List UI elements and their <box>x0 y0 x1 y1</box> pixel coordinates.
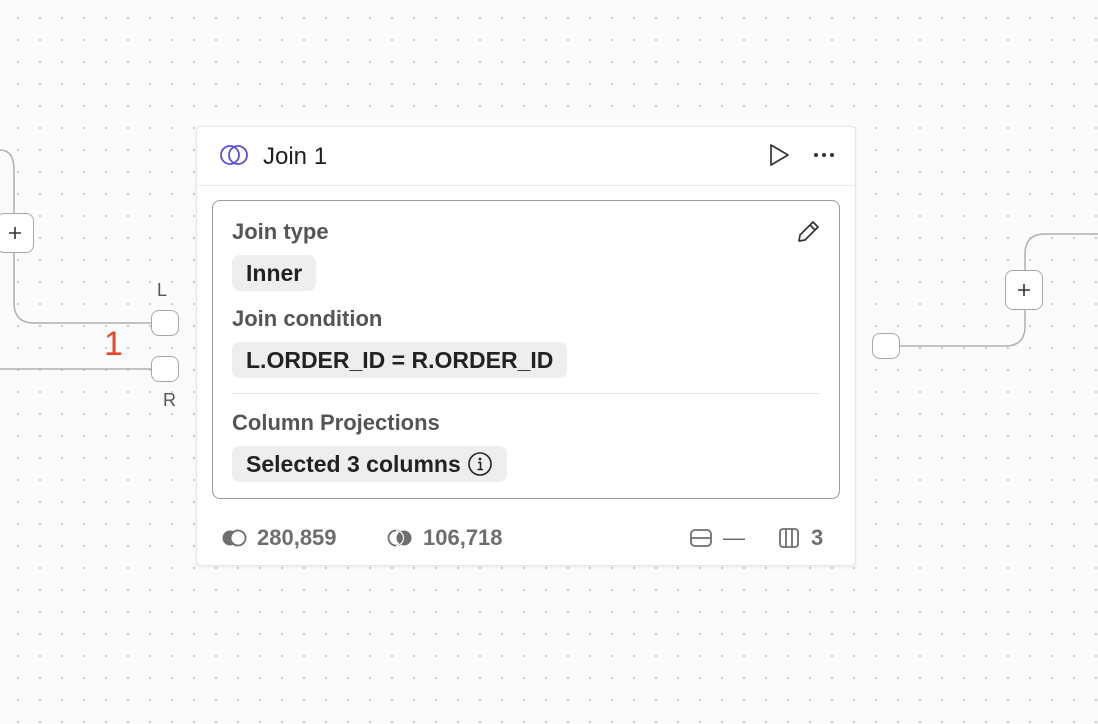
column-projections-label: Column Projections <box>232 410 440 435</box>
columns-stat: 3 <box>777 525 823 551</box>
rows-icon <box>690 529 712 547</box>
join-details-panel[interactable]: Join type Inner Join condition L.ORDER_I… <box>212 200 840 499</box>
add-node-button-left[interactable] <box>0 213 34 253</box>
column-projections-value: Selected 3 columns <box>246 451 461 477</box>
run-button[interactable] <box>766 142 792 173</box>
rows-value: — <box>723 525 745 550</box>
columns-icon <box>779 528 799 548</box>
ellipsis-icon <box>814 153 834 157</box>
left-count-value: 280,859 <box>257 525 337 550</box>
right-join-circles-icon <box>387 529 412 547</box>
annotation-1: 1 <box>104 325 123 363</box>
divider <box>232 393 820 394</box>
node-footer: 280,859 106,718 — 3 <box>197 515 855 565</box>
right-row-count: 106,718 <box>387 525 503 551</box>
more-options-button[interactable] <box>813 145 835 170</box>
join-type-value: Inner <box>246 260 303 286</box>
wire-left-input <box>13 253 151 324</box>
left-join-circles-icon <box>222 529 247 547</box>
right-port-label: R <box>163 390 176 410</box>
join-type-label: Join type <box>232 219 329 244</box>
node-title[interactable]: Join 1 <box>263 143 327 171</box>
right-input-port[interactable] <box>151 356 179 382</box>
join-condition-label: Join condition <box>232 306 383 331</box>
plus-icon <box>1018 284 1030 296</box>
wire-output <box>898 310 1026 347</box>
join-condition-value: L.ORDER_ID = R.ORDER_ID <box>246 347 554 373</box>
left-row-count: 280,859 <box>221 525 337 551</box>
join-condition-chip: L.ORDER_ID = R.ORDER_ID <box>232 342 568 378</box>
columns-value: 3 <box>811 525 824 550</box>
plus-icon <box>9 227 21 239</box>
join-type-chip: Inner <box>232 255 317 291</box>
right-count-value: 106,718 <box>423 525 503 550</box>
join-node[interactable]: Join 1 Join type Inner Join condition L.… <box>196 126 856 566</box>
venn-join-icon <box>219 144 249 171</box>
edit-button[interactable] <box>794 218 822 251</box>
rows-stat: — <box>689 525 745 551</box>
output-port[interactable] <box>872 333 900 359</box>
info-icon[interactable] <box>467 451 493 477</box>
play-icon <box>770 144 789 166</box>
left-input-port[interactable] <box>151 310 179 336</box>
wire-output-upstream <box>1024 233 1098 270</box>
column-projections-chip: Selected 3 columns <box>232 446 507 482</box>
pencil-icon <box>798 221 819 242</box>
left-port-label: L <box>157 280 168 300</box>
add-node-button-right[interactable] <box>1005 270 1043 310</box>
wire-top-left <box>0 149 15 213</box>
node-header: Join 1 <box>197 127 855 186</box>
